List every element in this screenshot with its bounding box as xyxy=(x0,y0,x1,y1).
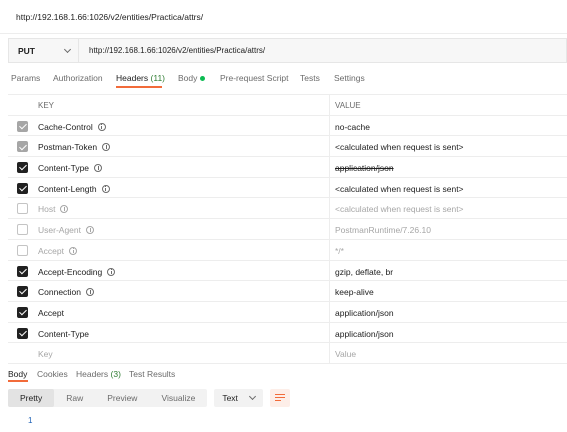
header-value[interactable]: no-cache xyxy=(335,122,370,132)
header-checkbox[interactable] xyxy=(17,141,28,153)
view-mode-raw[interactable]: Raw xyxy=(54,389,95,407)
table-row: Postman-Token <calculated when request is… xyxy=(8,136,567,158)
table-row: Host <calculated when request is sent> xyxy=(8,198,567,220)
header-key[interactable]: Content-Length xyxy=(38,184,110,194)
request-tabs: Params Authorization Headers (11) Body P… xyxy=(0,66,567,88)
tab-settings[interactable]: Settings xyxy=(334,73,365,83)
header-checkbox[interactable] xyxy=(17,286,28,298)
tab-headers[interactable]: Headers (11) xyxy=(116,73,165,83)
header-value[interactable]: <calculated when request is sent> xyxy=(335,142,464,152)
header-key[interactable]: Host xyxy=(38,204,69,214)
title-bar: http://192.168.1.66:1026/v2/entities/Pra… xyxy=(0,0,567,34)
header-key[interactable]: Content-Type xyxy=(38,329,89,339)
info-icon[interactable] xyxy=(97,122,106,131)
format-label: Text xyxy=(222,393,238,403)
header-key[interactable]: Content-Type xyxy=(38,163,103,173)
view-mode-visualize[interactable]: Visualize xyxy=(149,389,207,407)
header-checkbox[interactable] xyxy=(17,182,28,194)
table-row: Connection keep-alive xyxy=(8,281,567,302)
format-select[interactable]: Text xyxy=(214,389,263,407)
column-header-key: KEY xyxy=(38,101,55,110)
info-icon[interactable] xyxy=(86,288,95,297)
header-key[interactable]: Accept xyxy=(38,308,64,318)
response-tab-headers[interactable]: Headers (3) xyxy=(76,369,121,379)
header-value[interactable]: PostmanRuntime/7.26.10 xyxy=(335,225,431,235)
table-header-row: KEY VALUE xyxy=(8,95,567,116)
header-value[interactable]: application/json xyxy=(335,308,394,318)
response-view-bar: Pretty Raw Preview Visualize Text xyxy=(8,388,290,408)
chevron-down-icon xyxy=(248,392,256,401)
response-active-underline xyxy=(8,380,28,382)
header-checkbox[interactable] xyxy=(17,120,28,132)
headers-count: (11) xyxy=(150,73,166,83)
table-row: Cache-Control no-cache xyxy=(8,115,567,137)
table-row: Accept */* xyxy=(8,239,567,261)
wrap-lines-icon[interactable] xyxy=(269,389,290,407)
info-icon[interactable] xyxy=(86,226,94,235)
table-row: Content-Length <calculated when request i… xyxy=(8,177,567,199)
info-icon[interactable] xyxy=(102,143,111,152)
header-key[interactable]: Postman-Token xyxy=(38,142,111,152)
view-mode-segmented: Pretty Raw Preview Visualize xyxy=(8,389,208,407)
header-value[interactable]: <calculated when request is sent> xyxy=(335,204,464,214)
headers-table: KEY VALUE Cache-Control no-cache Postman-T… xyxy=(8,94,567,364)
tab-params[interactable]: Params xyxy=(11,73,40,83)
response-tabs: Body Cookies Headers (3) Test Results xyxy=(0,364,567,384)
header-checkbox[interactable] xyxy=(17,224,28,236)
table-row: Content-Type application/json xyxy=(8,322,567,344)
response-tab-test-results[interactable]: Test Results xyxy=(129,369,175,379)
url-input[interactable]: http://192.168.1.66:1026/v2/entities/Pra… xyxy=(79,46,265,55)
info-icon[interactable] xyxy=(107,267,116,276)
info-icon[interactable] xyxy=(94,164,103,173)
info-icon[interactable] xyxy=(101,184,110,193)
header-value[interactable]: keep-alive xyxy=(335,287,374,297)
header-key[interactable]: Accept-Encoding xyxy=(38,267,116,277)
new-header-row: Key Value xyxy=(8,343,567,364)
active-tab-underline xyxy=(116,86,162,88)
header-value[interactable]: gzip, deflate, br xyxy=(335,267,393,277)
header-checkbox[interactable] xyxy=(17,327,28,339)
tab-authorization[interactable]: Authorization xyxy=(53,73,103,83)
body-indicator-dot xyxy=(200,76,206,82)
header-value[interactable]: application/json xyxy=(335,329,394,339)
info-icon[interactable] xyxy=(60,205,69,214)
header-checkbox[interactable] xyxy=(17,265,28,277)
header-value[interactable]: application/json xyxy=(335,163,394,173)
new-value-input[interactable]: Value xyxy=(335,349,356,359)
tab-body[interactable]: Body xyxy=(178,73,206,83)
header-key[interactable]: Connection xyxy=(38,287,95,297)
header-checkbox[interactable] xyxy=(17,203,28,215)
chevron-down-icon xyxy=(63,45,72,53)
table-row: Accept-Encoding gzip, deflate, br xyxy=(8,260,567,282)
table-row: User-Agent PostmanRuntime/7.26.10 xyxy=(8,219,567,240)
table-row: Accept application/json xyxy=(8,301,567,323)
response-headers-count: (3) xyxy=(110,369,121,379)
response-tab-body[interactable]: Body xyxy=(8,369,27,379)
header-key[interactable]: Accept xyxy=(38,246,77,256)
header-value[interactable]: */* xyxy=(335,246,344,256)
tab-tests[interactable]: Tests xyxy=(300,73,320,83)
method-label: PUT xyxy=(18,45,35,56)
table-row: Content-Type application/json xyxy=(8,157,567,178)
line-number: 1 xyxy=(28,416,33,425)
view-mode-preview[interactable]: Preview xyxy=(95,389,149,407)
column-header-value: VALUE xyxy=(335,101,361,110)
response-tab-cookies[interactable]: Cookies xyxy=(37,369,68,379)
request-title: http://192.168.1.66:1026/v2/entities/Pra… xyxy=(16,12,204,22)
info-icon[interactable] xyxy=(69,246,77,255)
header-key[interactable]: Cache-Control xyxy=(38,122,106,132)
view-mode-pretty[interactable]: Pretty xyxy=(8,389,55,407)
header-checkbox[interactable] xyxy=(17,306,28,318)
tab-pre-request-script[interactable]: Pre-request Script xyxy=(220,73,289,83)
method-select[interactable]: PUT xyxy=(9,39,79,62)
new-key-input[interactable]: Key xyxy=(38,349,53,359)
header-value[interactable]: <calculated when request is sent> xyxy=(335,184,464,194)
header-key[interactable]: User-Agent xyxy=(38,225,94,235)
request-line: PUT http://192.168.1.66:1026/v2/entities… xyxy=(8,38,567,63)
header-checkbox[interactable] xyxy=(17,244,28,256)
header-checkbox[interactable] xyxy=(17,162,28,174)
